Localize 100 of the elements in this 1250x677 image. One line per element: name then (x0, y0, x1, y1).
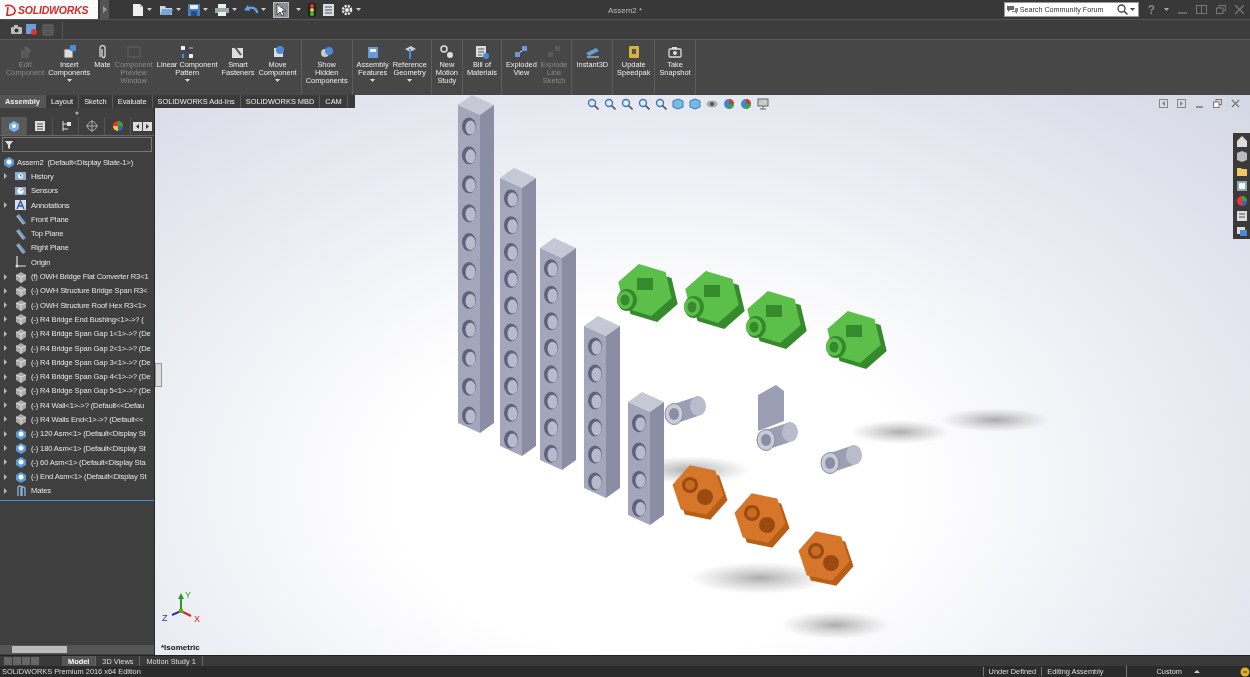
cube-plus-icon (62, 45, 77, 59)
record-video-icon[interactable] (26, 23, 38, 36)
expand-arrow-icon[interactable] (4, 459, 7, 466)
axis-label: X (194, 614, 200, 624)
app-logo[interactable]: SOLIDWORKS (0, 0, 98, 19)
instant3d-icon (585, 45, 600, 59)
expand-arrow-icon[interactable] (4, 416, 7, 423)
expand-arrow-icon[interactable] (4, 202, 7, 209)
expand-arrow-icon[interactable] (4, 173, 7, 180)
filter-field[interactable] (2, 137, 152, 152)
scene-icon[interactable] (740, 98, 752, 110)
axis-triad-drawing (171, 593, 192, 617)
caret-icon[interactable] (232, 8, 237, 11)
expand-arrow-icon[interactable] (102, 6, 107, 13)
list-icon[interactable] (323, 3, 334, 16)
camera-icon[interactable] (11, 25, 22, 34)
previous-view-icon[interactable] (621, 98, 633, 110)
caret-icon[interactable] (147, 8, 152, 11)
logo-mark-icon (4, 3, 16, 16)
print-icon[interactable] (215, 3, 229, 16)
part-icon (15, 342, 26, 354)
expand-right-icon[interactable] (1177, 99, 1186, 108)
expand-arrow-icon[interactable] (4, 430, 7, 437)
monitor-icon[interactable] (757, 98, 769, 110)
grip-dot-icon[interactable] (75, 110, 79, 115)
save-icon[interactable] (188, 3, 200, 16)
pattern-arrows-icon (180, 45, 195, 59)
expand-arrow-icon[interactable] (4, 473, 7, 480)
undo-icon[interactable] (244, 3, 258, 16)
caret-icon[interactable] (356, 8, 361, 11)
origin-axes-icon (15, 256, 26, 269)
assembly-icon (3, 156, 14, 169)
scroll-right-button[interactable] (143, 121, 152, 131)
close-icon[interactable] (1235, 5, 1244, 14)
hex-part-drawing (672, 465, 728, 520)
color-wheel-icon (111, 120, 124, 132)
assembly-feature-icon (365, 45, 380, 59)
part-icon (15, 270, 26, 283)
home-icon[interactable] (1235, 135, 1248, 147)
assembly-icon (15, 456, 26, 469)
expand-arrow-icon[interactable] (4, 387, 7, 394)
hex-part-drawing (617, 264, 678, 322)
caret-icon[interactable] (1164, 8, 1169, 11)
appearances-icon[interactable] (1235, 195, 1248, 207)
plane-icon (15, 227, 26, 240)
restore-icon[interactable] (1216, 5, 1226, 14)
panel-resize-handle[interactable] (155, 363, 162, 387)
caret-icon[interactable] (176, 8, 181, 11)
dynamic-view-icon[interactable] (655, 98, 667, 110)
expand-arrow-icon[interactable] (4, 373, 7, 380)
new-document-icon[interactable] (132, 2, 144, 17)
expand-arrow-icon[interactable] (4, 273, 7, 280)
expand-arrow-icon[interactable] (4, 345, 7, 351)
hide-show-icon[interactable] (706, 98, 718, 110)
pencil-cube-icon (18, 45, 33, 59)
window-title: Assem2 * (607, 6, 643, 15)
view-orientation-icon[interactable] (672, 98, 684, 110)
traffic-light-icon[interactable] (308, 2, 316, 17)
expand-arrow-icon[interactable] (4, 330, 7, 337)
zoom-fit-icon[interactable] (587, 98, 599, 110)
expand-arrow-icon[interactable] (4, 316, 7, 323)
tile-windows-icon[interactable] (1196, 5, 1207, 14)
expand-arrow-icon[interactable] (4, 402, 7, 409)
open-folder-icon[interactable] (159, 3, 173, 16)
caret-icon[interactable] (1129, 8, 1135, 11)
tree-icon (59, 120, 72, 132)
display-style-icon[interactable] (689, 98, 701, 110)
search-icon[interactable] (1116, 4, 1128, 15)
expand-arrow-icon[interactable] (4, 359, 7, 366)
expand-arrow-icon[interactable] (4, 487, 7, 494)
view-name-label: *Isometric (161, 643, 200, 652)
parts-library-icon[interactable] (1235, 150, 1248, 162)
caret-icon[interactable] (261, 8, 266, 11)
file-explorer-icon[interactable] (1235, 165, 1248, 177)
assembly-icon (7, 120, 20, 132)
caret-icon[interactable] (203, 8, 208, 11)
restore-icon[interactable] (1213, 99, 1222, 108)
view-palette-icon[interactable] (1235, 180, 1248, 192)
edit-appearance-icon[interactable] (723, 98, 735, 110)
flyout-menu-button[interactable] (100, 0, 109, 19)
expand-arrow-icon[interactable] (4, 445, 7, 452)
caret-icon[interactable] (296, 8, 301, 11)
panel-tab[interactable] (1, 117, 27, 135)
speedpak-icon (626, 45, 641, 59)
part-icon (15, 384, 26, 397)
section-view-icon[interactable] (638, 98, 650, 110)
expand-arrow-icon[interactable] (4, 287, 7, 294)
zoom-area-icon[interactable] (604, 98, 616, 110)
rebuild-status-icon[interactable] (1240, 666, 1250, 677)
horizontal-scrollbar[interactable] (0, 645, 154, 654)
scroll-left-button[interactable] (133, 121, 142, 131)
axis-label: Z (162, 613, 168, 623)
gear-icon[interactable] (341, 3, 353, 16)
expand-arrow-icon[interactable] (4, 302, 7, 309)
custom-properties-icon[interactable] (1235, 210, 1248, 222)
recovery-icon[interactable] (1235, 225, 1248, 237)
hex-part-drawing (684, 271, 745, 329)
close-icon[interactable] (1231, 99, 1240, 108)
speech-bubbles-icon (1006, 5, 1018, 14)
collapse-left-icon[interactable] (1159, 99, 1168, 108)
